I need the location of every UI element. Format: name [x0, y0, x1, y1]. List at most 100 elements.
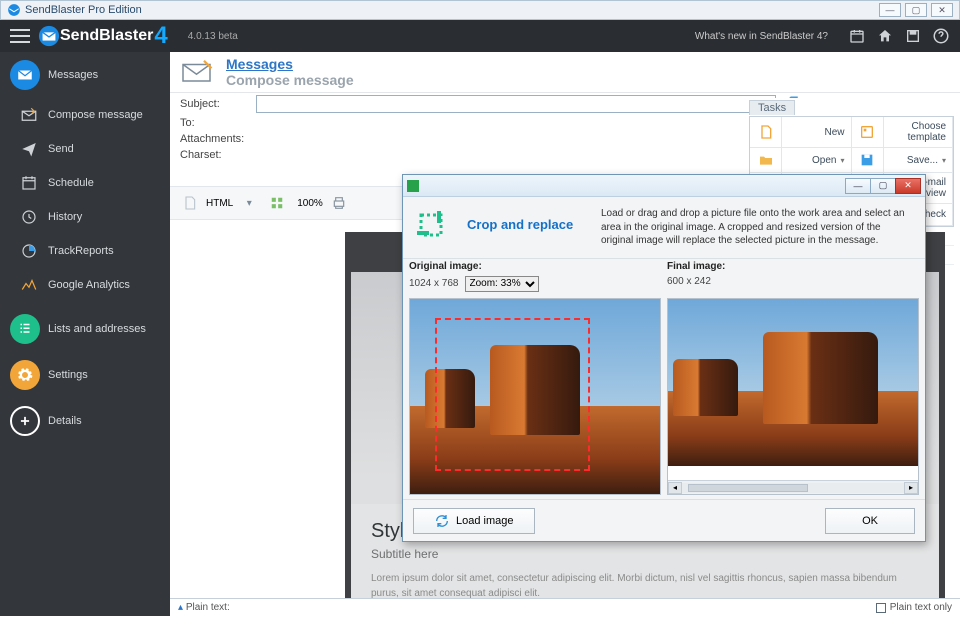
dialog-description: Load or drag and drop a picture file ont… — [601, 207, 915, 248]
zoom-select[interactable]: Zoom: 33% — [465, 276, 539, 292]
sidebar-item-schedule[interactable]: Schedule — [0, 166, 170, 200]
dialog-title: Crop and replace — [467, 217, 587, 232]
plus-icon — [10, 406, 40, 436]
ok-button[interactable]: OK — [825, 508, 915, 534]
app-title: SendBlaster Pro Edition — [25, 4, 142, 16]
app-header: SendBlaster4 4.0.13 beta What's new in S… — [0, 20, 960, 52]
sidebar-label: History — [48, 211, 82, 223]
lists-icon — [10, 314, 40, 344]
help-icon[interactable] — [932, 27, 950, 45]
window-maximize-button[interactable]: ▢ — [905, 3, 927, 17]
grid-icon[interactable] — [265, 191, 289, 215]
final-image-pane[interactable]: ◂ ▸ — [667, 298, 919, 496]
print-icon[interactable] — [327, 191, 351, 215]
sidebar-item-trackreports[interactable]: TrackReports — [0, 234, 170, 268]
save-button[interactable]: Save... — [884, 148, 954, 173]
save-disk-icon[interactable] — [852, 148, 884, 173]
crumb-messages-link[interactable]: Messages — [226, 56, 354, 72]
crumb-compose-label: Compose message — [226, 72, 354, 88]
sidebar-item-send[interactable]: Send — [0, 132, 170, 166]
sidebar-item-lists[interactable]: Lists and addresses — [0, 306, 170, 352]
sidebar: Messages Compose message Send Schedule H… — [0, 52, 170, 616]
original-image-pane[interactable] — [409, 298, 661, 496]
crop-selection[interactable] — [435, 318, 590, 470]
page-icon[interactable] — [178, 191, 202, 215]
open-icon[interactable] — [750, 148, 782, 173]
whatsnew-link[interactable]: What's new in SendBlaster 4? — [695, 31, 828, 42]
final-dimensions: 600 x 242 — [667, 276, 711, 287]
crop-replace-dialog: — ▢ ✕ Crop and replace Load or drag and … — [402, 174, 926, 542]
schedule-icon — [18, 172, 40, 194]
app-icon — [7, 3, 21, 17]
content-area: Messages Compose message Subject: To: At… — [170, 52, 960, 616]
h-scrollbar[interactable]: ◂ ▸ — [668, 480, 918, 494]
analytics-icon — [18, 274, 40, 296]
history-icon — [18, 206, 40, 228]
sidebar-item-analytics[interactable]: Google Analytics — [0, 268, 170, 302]
sidebar-item-compose[interactable]: Compose message — [0, 98, 170, 132]
envelope-compose-icon — [180, 57, 216, 87]
sidebar-label: Settings — [48, 369, 88, 381]
plain-text-label: Plain text: — [186, 602, 230, 613]
refresh-icon — [434, 513, 450, 529]
original-image-label: Original image: — [409, 261, 482, 272]
trackreports-icon — [18, 240, 40, 262]
sidebar-label: Lists and addresses — [48, 323, 146, 335]
choose-template-button[interactable]: Choose template — [884, 117, 954, 148]
home-icon[interactable] — [876, 27, 894, 45]
sidebar-label: Compose message — [48, 109, 143, 121]
sidebar-label: Messages — [48, 69, 98, 81]
dialog-minimize-button[interactable]: — — [845, 178, 871, 194]
sidebar-label: Schedule — [48, 177, 94, 189]
load-image-button[interactable]: Load image — [413, 508, 535, 534]
zoom-label: 100% — [297, 198, 323, 209]
dialog-icon — [407, 180, 419, 192]
open-button[interactable]: Open — [782, 148, 852, 173]
scroll-right-button[interactable]: ▸ — [904, 482, 918, 494]
sidebar-item-history[interactable]: History — [0, 200, 170, 234]
sidebar-label: Details — [48, 415, 82, 427]
window-close-button[interactable]: ✕ — [931, 3, 953, 17]
template-icon[interactable] — [852, 117, 884, 148]
tasks-tab[interactable]: Tasks — [749, 100, 795, 115]
os-titlebar: SendBlaster Pro Edition — ▢ ✕ — [0, 0, 960, 20]
save-icon[interactable] — [904, 27, 922, 45]
new-button[interactable]: New — [782, 117, 852, 148]
brand-logo: SendBlaster4 — [38, 22, 168, 50]
window-minimize-button[interactable]: — — [879, 3, 901, 17]
sidebar-item-settings[interactable]: Settings — [0, 352, 170, 398]
dialog-maximize-button[interactable]: ▢ — [870, 178, 896, 194]
gear-icon — [10, 360, 40, 390]
attachments-label: Attachments: — [180, 133, 250, 145]
chevron-down-icon[interactable]: ▾ — [237, 191, 261, 215]
sidebar-label: Send — [48, 143, 74, 155]
plain-text-only-checkbox[interactable] — [876, 603, 886, 613]
to-label: To: — [180, 117, 250, 129]
original-dimensions: 1024 x 768 — [409, 278, 459, 289]
version-label: 4.0.13 beta — [188, 31, 238, 42]
sidebar-label: TrackReports — [48, 245, 114, 257]
subject-input[interactable] — [256, 95, 776, 113]
charset-label: Charset: — [180, 149, 250, 161]
plain-text-only-label: Plain text only — [890, 602, 952, 613]
menu-icon[interactable] — [10, 29, 30, 43]
envelope-icon — [10, 60, 40, 90]
article-subtitle: Subtitle here — [371, 547, 919, 561]
new-icon[interactable] — [750, 117, 782, 148]
compose-icon — [18, 104, 40, 126]
calendar-icon[interactable] — [848, 27, 866, 45]
mode-html-label[interactable]: HTML — [206, 198, 233, 209]
sidebar-item-messages[interactable]: Messages — [0, 52, 170, 98]
crop-icon — [413, 207, 453, 247]
article-body: Lorem ipsum dolor sit amet, consectetur … — [371, 571, 919, 601]
sidebar-label: Google Analytics — [48, 279, 130, 291]
dialog-close-button[interactable]: ✕ — [895, 178, 921, 194]
sidebar-item-details[interactable]: Details — [0, 398, 170, 444]
scroll-left-button[interactable]: ◂ — [668, 482, 682, 494]
breadcrumb: Messages Compose message — [170, 52, 960, 93]
scroll-thumb[interactable] — [688, 484, 808, 492]
envelope-icon — [38, 25, 60, 47]
final-image-label: Final image: — [667, 261, 725, 272]
subject-label: Subject: — [180, 98, 250, 110]
dialog-titlebar: — ▢ ✕ — [403, 175, 925, 197]
